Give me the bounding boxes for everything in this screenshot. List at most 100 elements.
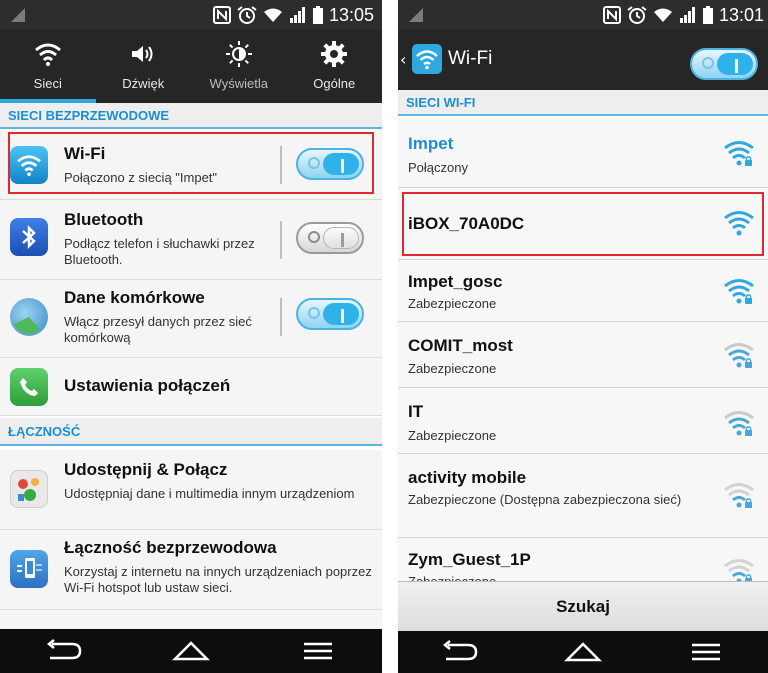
network-name: iBOX_70A0DC <box>408 214 525 233</box>
divider <box>280 146 282 184</box>
home-icon <box>171 641 211 661</box>
share-connect-row[interactable]: Udostępnij & Połącz Udostępniaj dane i m… <box>0 450 382 530</box>
home-icon <box>563 642 603 662</box>
back-icon <box>46 639 81 660</box>
mobile-data-icon <box>10 298 48 336</box>
menu-button[interactable] <box>676 630 736 673</box>
phone-icon <box>10 368 48 406</box>
clock: 13:01 <box>718 4 764 25</box>
wifi-icon <box>724 211 754 236</box>
gear-icon <box>321 41 348 67</box>
alarm-icon <box>627 6 647 24</box>
navigation-bar <box>0 629 382 673</box>
status-bar: 13:05 <box>0 0 382 30</box>
bluetooth-icon <box>10 218 48 256</box>
brightness-icon <box>225 41 252 67</box>
network-name: IT <box>408 402 424 421</box>
back-icon <box>442 640 477 661</box>
battery-icon <box>312 6 323 24</box>
wifi-row[interactable]: Wi-Fi Połączono z siecią "Impet" <box>0 130 382 200</box>
wireless-connectivity-row[interactable]: Łączność bezprzewodowa Korzystaj z inter… <box>0 530 382 610</box>
section-header-networks: SIECI WI-FI <box>398 90 768 116</box>
tab-general[interactable]: Ogólne <box>287 30 383 103</box>
network-status: Zabezpieczone <box>408 296 497 311</box>
bluetooth-row[interactable]: Bluetooth Podłącz telefon i słuchawki pr… <box>0 200 382 280</box>
tab-display[interactable]: Wyświetla <box>191 30 287 103</box>
wireless-connectivity-subtitle: Korzystaj z internetu na innych urządzen… <box>64 564 372 595</box>
navigation-bar <box>398 631 768 673</box>
wifi-lock-icon <box>724 141 754 166</box>
network-status: Zabezpieczone (Dostępna zabezpieczona si… <box>408 492 682 507</box>
network-row-ibox[interactable]: iBOX_70A0DC <box>398 188 768 260</box>
call-settings-title: Ustawienia połączeń <box>64 376 231 395</box>
section-header-connectivity: ŁĄCZNOŚĆ <box>0 418 382 446</box>
hotspot-icon <box>10 550 48 588</box>
network-name: Impet_gosc <box>408 272 503 291</box>
spacer <box>0 610 382 629</box>
call-settings-row[interactable]: Ustawienia połączeń <box>0 358 382 416</box>
alarm-icon <box>237 6 257 24</box>
divider <box>280 298 282 336</box>
network-row-impet[interactable]: Impet Połączony <box>398 118 768 188</box>
wifi-lock-icon <box>724 483 754 508</box>
nfc-icon <box>602 6 621 24</box>
battery-icon <box>702 6 713 24</box>
wireless-connectivity-title: Łączność bezprzewodowa <box>64 538 277 557</box>
network-status: Zabezpieczone <box>408 428 497 443</box>
network-row-impet-gosc[interactable]: Impet_gosc Zabezpieczone <box>398 260 768 322</box>
mobile-data-row[interactable]: Dane komórkowe Włącz przesył danych prze… <box>0 280 382 358</box>
tab-label: Dźwięk <box>122 76 165 91</box>
speaker-icon <box>132 46 153 62</box>
wifi-icon <box>34 43 61 66</box>
bluetooth-toggle[interactable] <box>296 222 364 254</box>
network-name: activity mobile <box>408 468 527 487</box>
menu-button[interactable] <box>288 629 348 673</box>
share-connect-icon <box>10 470 48 508</box>
wifi-lock-icon <box>724 343 754 368</box>
status-icons: 13:01 <box>602 4 764 26</box>
network-row-comit-most[interactable]: COMIT_most Zabezpieczone <box>398 322 768 388</box>
network-name: Zym_Guest_1P <box>408 550 531 569</box>
tab-sound[interactable]: Dźwięk <box>96 30 192 103</box>
mobile-data-subtitle: Włącz przesył danych przez sieć komórkow… <box>64 314 252 345</box>
network-row-it[interactable]: IT Zabezpieczone <box>398 388 768 454</box>
network-status: Połączony <box>408 160 468 175</box>
mobile-data-title: Dane komórkowe <box>64 288 205 307</box>
status-icons: 13:05 <box>212 4 374 26</box>
settings-screen: 13:05 Sieci Dźwięk Wyświetla Ogólne SIEC… <box>0 0 382 673</box>
tab-label: Wyświetla <box>209 76 268 91</box>
network-name: Impet <box>408 134 454 153</box>
wifi-icon <box>412 44 442 74</box>
status-bar: 13:01 <box>398 0 768 30</box>
share-connect-subtitle: Udostępniaj dane i multimedia innym urzą… <box>64 486 355 501</box>
signal-triangle-icon <box>11 8 25 22</box>
clock: 13:05 <box>328 4 374 25</box>
wifi-settings-icon <box>10 146 48 184</box>
tab-label: Sieci <box>33 76 62 91</box>
nfc-icon <box>212 6 231 24</box>
back-chevron-icon[interactable]: ‹ <box>400 50 406 69</box>
network-name: COMIT_most <box>408 336 513 355</box>
signal-bars-icon <box>289 7 305 23</box>
wifi-lock-icon <box>724 411 754 436</box>
search-button[interactable]: Szukaj <box>398 581 768 632</box>
home-button[interactable] <box>553 630 613 673</box>
home-button[interactable] <box>161 629 221 673</box>
back-button[interactable] <box>34 629 94 673</box>
bluetooth-title: Bluetooth <box>64 210 144 229</box>
mobile-data-toggle[interactable] <box>296 298 364 330</box>
back-button[interactable] <box>430 630 490 673</box>
menu-icon <box>692 643 721 661</box>
wifi-screen: 13:01 ‹ Wi-Fi SIECI WI-FI Impet Połączon… <box>398 0 768 673</box>
settings-tabs: Sieci Dźwięk Wyświetla Ogólne <box>0 30 382 103</box>
wifi-header: ‹ Wi-Fi <box>398 30 768 90</box>
tab-networks[interactable]: Sieci <box>0 30 96 103</box>
signal-triangle-icon <box>409 8 423 22</box>
wifi-toggle[interactable] <box>690 48 758 80</box>
wifi-toggle[interactable] <box>296 148 364 180</box>
network-status: Zabezpieczone <box>408 361 497 376</box>
wifi-subtitle: Połączono z siecią "Impet" <box>64 170 218 185</box>
menu-icon <box>304 642 333 660</box>
share-connect-title: Udostępnij & Połącz <box>64 460 228 479</box>
network-row-activity-mobile[interactable]: activity mobile Zabezpieczone (Dostępna … <box>398 454 768 538</box>
